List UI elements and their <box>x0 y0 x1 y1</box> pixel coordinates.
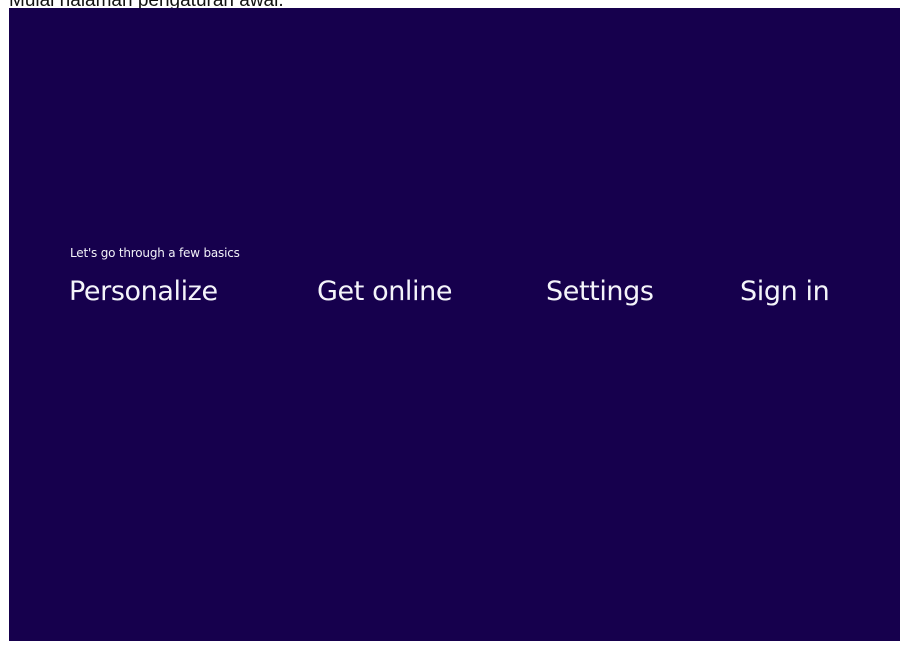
step-settings: Settings <box>546 276 654 307</box>
setup-steps: Personalize Get online Settings Sign in <box>9 276 900 320</box>
step-personalize: Personalize <box>69 276 218 307</box>
step-get-online: Get online <box>317 276 453 307</box>
step-sign-in: Sign in <box>740 276 830 307</box>
setup-subtitle: Let's go through a few basics <box>70 246 240 260</box>
setup-screen: Let's go through a few basics Personaliz… <box>9 8 900 641</box>
